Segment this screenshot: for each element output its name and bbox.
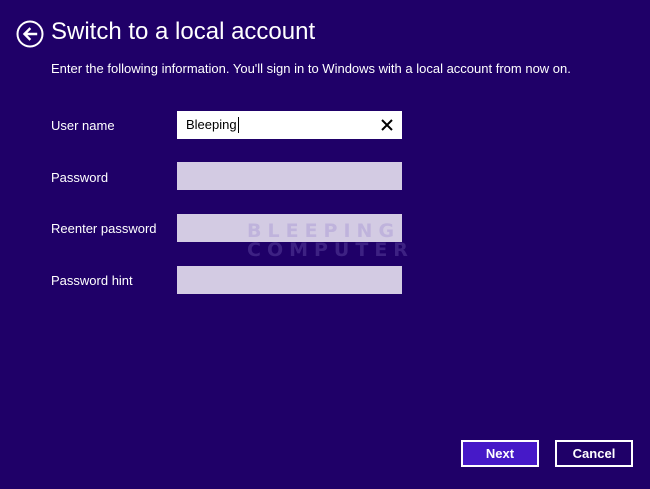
cancel-button[interactable]: Cancel: [555, 440, 633, 467]
watermark-line-2: COMPUTER: [247, 239, 414, 261]
close-icon[interactable]: [379, 117, 395, 133]
back-button[interactable]: [16, 20, 44, 48]
password-hint-label: Password hint: [51, 273, 133, 288]
username-label: User name: [51, 118, 115, 133]
username-input[interactable]: Bleeping: [177, 111, 402, 139]
back-arrow-circle-icon: [16, 20, 44, 48]
password-hint-input[interactable]: [177, 266, 402, 294]
next-button[interactable]: Next: [461, 440, 539, 467]
reenter-password-input[interactable]: [177, 214, 402, 242]
page-title: Switch to a local account: [51, 18, 316, 45]
username-value: Bleeping: [186, 117, 239, 133]
page-subtitle: Enter the following information. You'll …: [51, 61, 571, 76]
password-input[interactable]: [177, 162, 402, 190]
reenter-password-label: Reenter password: [51, 221, 157, 236]
password-label: Password: [51, 170, 109, 185]
